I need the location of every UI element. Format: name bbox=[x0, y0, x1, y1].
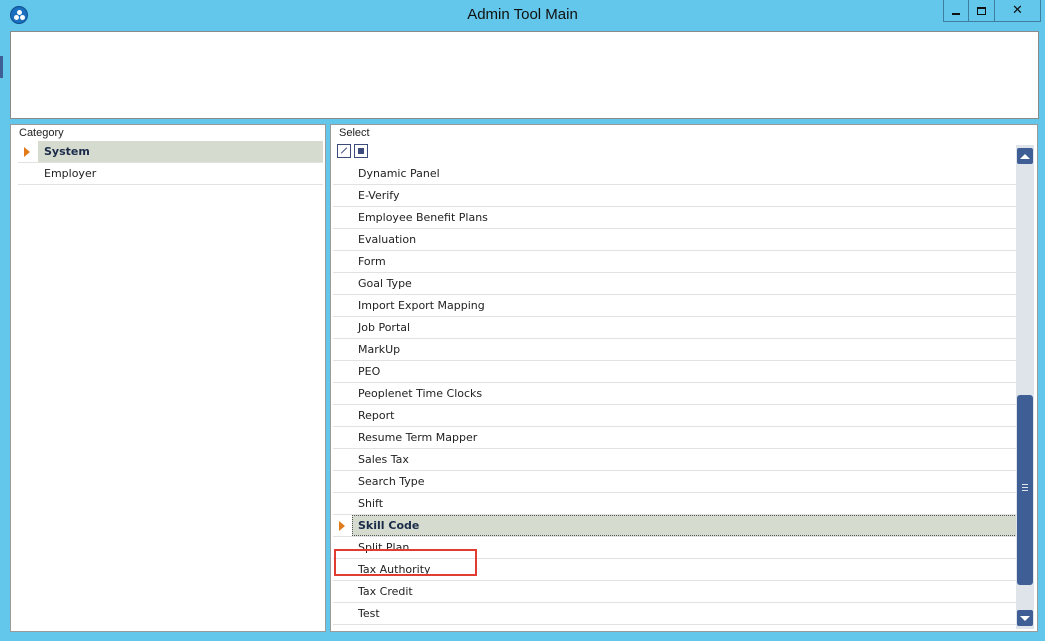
row-indicator bbox=[333, 229, 352, 250]
select-list: Dynamic Panel E-Verify Employee Benefit Pl… bbox=[333, 163, 1017, 628]
select-item[interactable]: Form bbox=[333, 251, 1017, 273]
category-item[interactable]: System bbox=[18, 141, 323, 163]
row-indicator bbox=[333, 493, 352, 514]
select-item-label: Evaluation bbox=[358, 233, 417, 246]
select-item-label: Dynamic Panel bbox=[358, 167, 440, 180]
row-indicator bbox=[18, 163, 38, 184]
select-item-label: Goal Type bbox=[358, 277, 412, 290]
select-item[interactable]: Resume Term Mapper bbox=[333, 427, 1017, 449]
category-item-label: Employer bbox=[44, 167, 97, 180]
select-panel: Select Dynamic Panel E-Verify Employee Ben… bbox=[330, 124, 1038, 632]
select-item-label: Split Plan bbox=[358, 541, 410, 554]
select-item-label: Skill Code bbox=[352, 515, 1017, 536]
row-indicator bbox=[333, 515, 352, 536]
category-panel: Category System Employer bbox=[10, 124, 326, 632]
select-item[interactable]: Dynamic Panel bbox=[333, 163, 1017, 185]
row-indicator bbox=[333, 471, 352, 492]
select-item[interactable]: Job Portal bbox=[333, 317, 1017, 339]
row-indicator bbox=[333, 559, 352, 580]
category-list: System Employer bbox=[18, 141, 323, 185]
category-label: Category bbox=[19, 127, 64, 139]
select-item-label: Tax Authority bbox=[358, 563, 431, 576]
select-item[interactable]: Peoplenet Time Clocks bbox=[333, 383, 1017, 405]
select-item-label: Form bbox=[358, 255, 386, 268]
row-indicator bbox=[333, 427, 352, 448]
select-item[interactable]: Import Export Mapping bbox=[333, 295, 1017, 317]
select-item[interactable]: Test bbox=[333, 603, 1017, 625]
category-item[interactable]: Employer bbox=[18, 163, 323, 185]
select-item-label: Sales Tax bbox=[358, 453, 409, 466]
select-item[interactable]: Shift bbox=[333, 493, 1017, 515]
row-indicator bbox=[333, 339, 352, 360]
row-indicator bbox=[333, 273, 352, 294]
row-indicator bbox=[333, 383, 352, 404]
row-indicator bbox=[333, 207, 352, 228]
window-controls: ✕ bbox=[943, 0, 1041, 22]
select-item[interactable]: Skill Code bbox=[333, 515, 1017, 537]
title-bar: Admin Tool Main ✕ bbox=[0, 0, 1045, 31]
select-item[interactable]: Tax Authority bbox=[333, 559, 1017, 581]
select-item-label: Search Type bbox=[358, 475, 425, 488]
select-item-label: Report bbox=[358, 409, 395, 422]
row-indicator bbox=[333, 581, 352, 602]
select-item-label: Import Export Mapping bbox=[358, 299, 485, 312]
row-indicator bbox=[333, 603, 352, 624]
select-item[interactable]: E-Verify bbox=[333, 185, 1017, 207]
row-indicator bbox=[333, 537, 352, 558]
select-item-label: Shift bbox=[358, 497, 384, 510]
vertical-scrollbar[interactable] bbox=[1016, 145, 1034, 629]
uncheck-all-icon[interactable] bbox=[354, 144, 368, 158]
select-item-label: Employee Benefit Plans bbox=[358, 211, 488, 224]
maximize-icon bbox=[977, 6, 986, 15]
select-item[interactable]: Employee Benefit Plans bbox=[333, 207, 1017, 229]
category-item-label: System bbox=[38, 141, 323, 162]
row-indicator bbox=[333, 317, 352, 338]
row-indicator bbox=[333, 185, 352, 206]
select-item[interactable]: Report bbox=[333, 405, 1017, 427]
select-item[interactable]: Sales Tax bbox=[333, 449, 1017, 471]
scroll-thumb[interactable] bbox=[1017, 395, 1033, 585]
select-item-label: MarkUp bbox=[358, 343, 401, 356]
row-indicator bbox=[333, 251, 352, 272]
row-indicator bbox=[333, 449, 352, 470]
row-indicator bbox=[18, 141, 38, 162]
current-row-arrow-icon bbox=[339, 521, 345, 531]
select-item[interactable]: PEO bbox=[333, 361, 1017, 383]
row-indicator bbox=[333, 163, 352, 184]
select-item-label: Resume Term Mapper bbox=[358, 431, 478, 444]
row-indicator bbox=[333, 405, 352, 426]
check-all-icon[interactable] bbox=[337, 144, 351, 158]
select-item[interactable]: Split Plan bbox=[333, 537, 1017, 559]
select-item[interactable]: Goal Type bbox=[333, 273, 1017, 295]
select-item[interactable]: MarkUp bbox=[333, 339, 1017, 361]
select-item[interactable]: Tax Credit bbox=[333, 581, 1017, 603]
maximize-button[interactable] bbox=[969, 0, 995, 22]
scroll-down-button[interactable] bbox=[1017, 610, 1033, 626]
chevron-up-icon bbox=[1020, 153, 1030, 159]
row-indicator bbox=[333, 361, 352, 382]
select-item-label: Peoplenet Time Clocks bbox=[358, 387, 483, 400]
close-button[interactable]: ✕ bbox=[995, 0, 1041, 22]
row-indicator bbox=[333, 295, 352, 316]
scroll-up-button[interactable] bbox=[1017, 148, 1033, 164]
window-title: Admin Tool Main bbox=[467, 6, 578, 23]
select-label: Select bbox=[339, 127, 370, 139]
minimize-button[interactable] bbox=[943, 0, 969, 22]
grip-icon bbox=[1022, 484, 1028, 491]
select-item[interactable]: Evaluation bbox=[333, 229, 1017, 251]
select-item-label: Job Portal bbox=[358, 321, 411, 334]
top-content-panel bbox=[10, 31, 1039, 119]
minimize-icon bbox=[952, 12, 960, 15]
current-row-arrow-icon bbox=[24, 147, 30, 157]
select-item[interactable]: Search Type bbox=[333, 471, 1017, 493]
chevron-down-icon bbox=[1020, 615, 1030, 621]
select-toolbar bbox=[337, 144, 368, 160]
select-item-label: Tax Credit bbox=[358, 585, 413, 598]
left-edge-marker bbox=[0, 56, 3, 78]
select-item-label: PEO bbox=[358, 365, 381, 378]
close-icon: ✕ bbox=[1012, 3, 1023, 18]
select-item-label: E-Verify bbox=[358, 189, 400, 202]
select-item-label: Test bbox=[358, 607, 380, 620]
